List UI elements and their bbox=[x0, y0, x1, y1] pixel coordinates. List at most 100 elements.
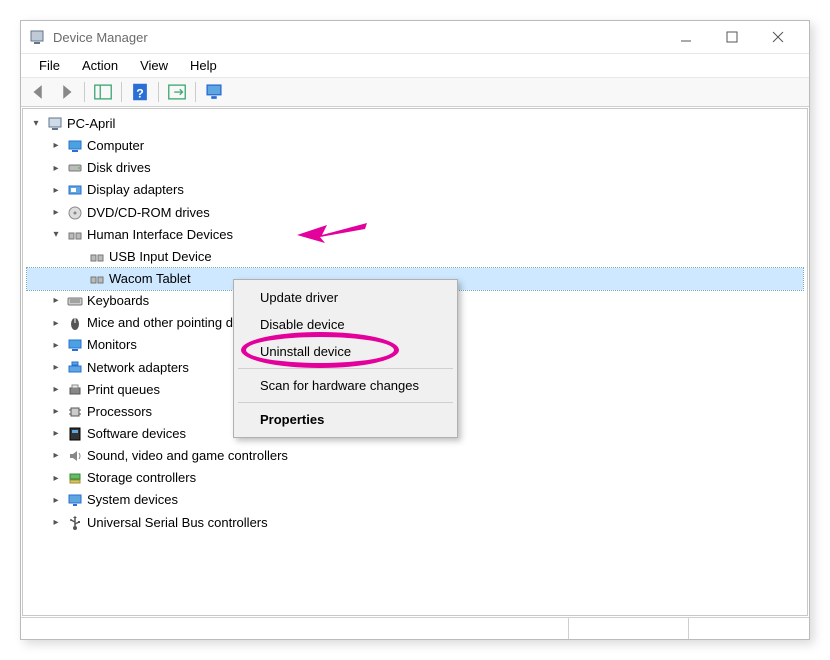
cm-disable-device[interactable]: Disable device bbox=[236, 311, 455, 338]
cm-update-driver[interactable]: Update driver bbox=[236, 284, 455, 311]
tree-item-display-adapters[interactable]: ▸ Display adapters bbox=[27, 179, 803, 201]
tree-item-label: Print queues bbox=[87, 380, 160, 400]
device-manager-window: Device Manager File Action View Help ? ▾… bbox=[20, 20, 810, 640]
tree-item-label: Display adapters bbox=[87, 180, 184, 200]
chevron-right-icon[interactable]: ▸ bbox=[49, 471, 63, 485]
tree-item-label: Storage controllers bbox=[87, 468, 196, 488]
toolbar-separator bbox=[121, 82, 122, 102]
chevron-right-icon[interactable]: ▸ bbox=[49, 183, 63, 197]
chevron-right-icon[interactable]: ▸ bbox=[49, 361, 63, 375]
tree-item-label: Computer bbox=[87, 136, 144, 156]
storage-icon bbox=[67, 470, 83, 486]
sound-icon bbox=[67, 448, 83, 464]
computer-icon bbox=[47, 116, 63, 132]
tree-item-label: DVD/CD-ROM drives bbox=[87, 203, 210, 223]
minimize-button[interactable] bbox=[663, 22, 709, 52]
chevron-down-icon[interactable]: ▾ bbox=[29, 117, 43, 131]
chevron-right-icon[interactable]: ▸ bbox=[49, 294, 63, 308]
system-icon bbox=[67, 492, 83, 508]
context-menu: Update driver Disable device Uninstall d… bbox=[233, 279, 458, 438]
tree-root[interactable]: ▾ PC-April bbox=[27, 113, 803, 135]
usb-icon bbox=[67, 515, 83, 531]
menu-help[interactable]: Help bbox=[180, 56, 227, 75]
chevron-right-icon[interactable]: ▸ bbox=[49, 139, 63, 153]
devices-and-printers-button[interactable] bbox=[202, 81, 226, 103]
tree-item-hid[interactable]: ▾ Human Interface Devices bbox=[27, 224, 803, 246]
chevron-right-icon[interactable]: ▸ bbox=[49, 405, 63, 419]
menu-action[interactable]: Action bbox=[72, 56, 128, 75]
close-button[interactable] bbox=[755, 22, 801, 52]
toolbar-separator bbox=[158, 82, 159, 102]
tree-item-disk-drives[interactable]: ▸ Disk drives bbox=[27, 157, 803, 179]
monitor-icon bbox=[67, 337, 83, 353]
tree-item-label: Disk drives bbox=[87, 158, 151, 178]
tree-item-computer[interactable]: ▸ Computer bbox=[27, 135, 803, 157]
show-hide-console-tree-button[interactable] bbox=[91, 81, 115, 103]
monitor-icon bbox=[67, 138, 83, 154]
chevron-right-icon[interactable]: ▸ bbox=[49, 338, 63, 352]
tree-item-dvdcdrom[interactable]: ▸ DVD/CD-ROM drives bbox=[27, 202, 803, 224]
device-tree-panel[interactable]: ▾ PC-April ▸ Computer ▸ Disk drives ▸ Di… bbox=[22, 108, 808, 616]
statusbar bbox=[21, 617, 809, 639]
statusbar-pane bbox=[569, 618, 689, 639]
keyboard-icon bbox=[67, 293, 83, 309]
app-icon bbox=[29, 29, 45, 45]
chevron-right-icon[interactable]: ▸ bbox=[49, 516, 63, 530]
cdrom-icon bbox=[67, 205, 83, 221]
chevron-down-icon[interactable]: ▾ bbox=[49, 228, 63, 242]
toolbar-separator bbox=[84, 82, 85, 102]
chevron-right-icon[interactable]: ▸ bbox=[49, 427, 63, 441]
hid-icon bbox=[89, 271, 105, 287]
display-adapter-icon bbox=[67, 182, 83, 198]
tree-item-label: Wacom Tablet bbox=[109, 269, 191, 289]
tree-item-label: Processors bbox=[87, 402, 152, 422]
tree-root-label: PC-April bbox=[67, 114, 115, 134]
tree-item-label: Human Interface Devices bbox=[87, 225, 233, 245]
network-icon bbox=[67, 360, 83, 376]
window-title: Device Manager bbox=[53, 30, 663, 45]
hid-icon bbox=[89, 249, 105, 265]
cm-uninstall-device[interactable]: Uninstall device bbox=[236, 338, 455, 365]
statusbar-pane bbox=[21, 618, 569, 639]
tree-item-label: Network adapters bbox=[87, 358, 189, 378]
svg-text:?: ? bbox=[136, 87, 144, 101]
scan-hardware-button[interactable] bbox=[165, 81, 189, 103]
tree-item-sound[interactable]: ▸ Sound, video and game controllers bbox=[27, 445, 803, 467]
hid-icon bbox=[67, 227, 83, 243]
cm-separator bbox=[238, 402, 453, 403]
tree-item-usb-input[interactable]: ▸ USB Input Device bbox=[27, 246, 803, 268]
tree-item-label: Monitors bbox=[87, 335, 137, 355]
tree-item-system-devices[interactable]: ▸ System devices bbox=[27, 489, 803, 511]
tree-item-label: Software devices bbox=[87, 424, 186, 444]
help-button[interactable]: ? bbox=[128, 81, 152, 103]
software-icon bbox=[67, 426, 83, 442]
chevron-right-icon[interactable]: ▸ bbox=[49, 449, 63, 463]
tree-item-usb-controllers[interactable]: ▸ Universal Serial Bus controllers bbox=[27, 512, 803, 534]
cm-separator bbox=[238, 368, 453, 369]
cm-scan-changes[interactable]: Scan for hardware changes bbox=[236, 372, 455, 399]
menubar: File Action View Help bbox=[21, 53, 809, 77]
menu-file[interactable]: File bbox=[29, 56, 70, 75]
mouse-icon bbox=[67, 315, 83, 331]
cpu-icon bbox=[67, 404, 83, 420]
tree-item-label: USB Input Device bbox=[109, 247, 212, 267]
maximize-button[interactable] bbox=[709, 22, 755, 52]
chevron-right-icon[interactable]: ▸ bbox=[49, 383, 63, 397]
chevron-right-icon[interactable]: ▸ bbox=[49, 161, 63, 175]
printer-icon bbox=[67, 382, 83, 398]
chevron-right-icon[interactable]: ▸ bbox=[49, 316, 63, 330]
cm-properties[interactable]: Properties bbox=[236, 406, 455, 433]
tree-item-label: System devices bbox=[87, 490, 178, 510]
back-button[interactable] bbox=[27, 81, 51, 103]
tree-item-storage-controllers[interactable]: ▸ Storage controllers bbox=[27, 467, 803, 489]
disk-icon bbox=[67, 160, 83, 176]
chevron-right-icon[interactable]: ▸ bbox=[49, 493, 63, 507]
tree-item-label: Keyboards bbox=[87, 291, 149, 311]
tree-item-label: Universal Serial Bus controllers bbox=[87, 513, 268, 533]
titlebar: Device Manager bbox=[21, 21, 809, 53]
tree-item-label: Sound, video and game controllers bbox=[87, 446, 288, 466]
chevron-right-icon[interactable]: ▸ bbox=[49, 206, 63, 220]
toolbar: ? bbox=[21, 77, 809, 107]
menu-view[interactable]: View bbox=[130, 56, 178, 75]
forward-button[interactable] bbox=[54, 81, 78, 103]
